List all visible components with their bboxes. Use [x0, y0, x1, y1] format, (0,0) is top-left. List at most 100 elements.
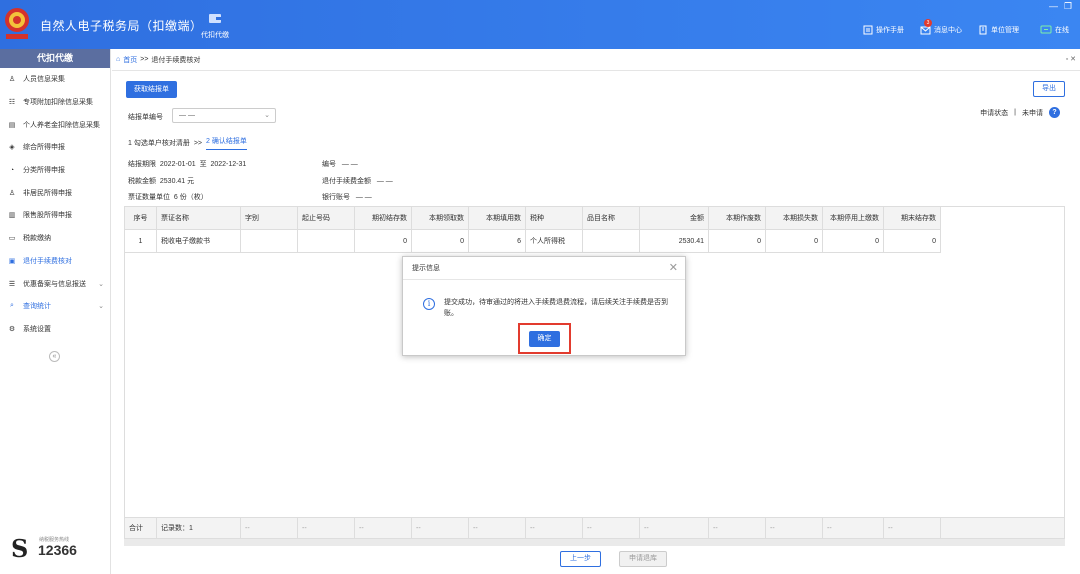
prev-step-button[interactable]: 上一步: [560, 551, 601, 567]
report-number-select[interactable]: — — ⌄: [172, 108, 276, 123]
sidebar-header: 代扣代缴: [0, 49, 110, 68]
highlight-frame: 确定: [518, 323, 571, 354]
sidebar-item-label: 个人养老金扣除信息采集: [23, 121, 100, 129]
column-header: 票证名称: [157, 207, 241, 229]
pie-icon: ◔: [9, 166, 15, 174]
sidebar-item-label: 优惠备案与信息报送: [23, 280, 86, 288]
minimize-icon[interactable]: —: [1049, 1, 1058, 11]
horizontal-scrollbar[interactable]: [124, 539, 1065, 546]
tax-amount-label: 税款金额: [128, 178, 156, 185]
table-row[interactable]: 1 税收电子缴款书 0 0 6 个人所得税 2530.41 0 0 0 0: [125, 230, 941, 253]
list-check-icon: ☰: [8, 280, 16, 288]
sidebar-item-label: 限售股所得申报: [23, 212, 72, 220]
wallet-icon: [209, 14, 221, 23]
query-icon: ⌕: [10, 302, 14, 310]
sidebar-item[interactable]: ▭ 税款缴纳: [0, 227, 110, 250]
sidebar-item-label: 系统设置: [23, 325, 51, 333]
sidebar-item-label: 查询统计: [23, 303, 51, 311]
sidebar-item-label: 分类所得申报: [23, 167, 65, 175]
sidebar-item-label: 非居民所得申报: [23, 189, 72, 197]
home-icon[interactable]: ⌂: [116, 56, 120, 63]
table-cell: 0: [766, 230, 823, 252]
sidebar-item-label: 综合所得申报: [23, 144, 65, 152]
sidebar-list: ♙ 人员信息采集 ☷ 专项附加扣除信息采集 ▤ 个人养老金扣除信息采集 ◈ 综合所得申报 ◔ 分类…: [0, 68, 110, 340]
sidebar-item[interactable]: ☰ 优惠备案与信息报送 ⌄: [0, 272, 110, 295]
hotline-logo: S 纳税服务热线 12366: [11, 534, 101, 564]
bottom-buttons: 上一步 申请退库: [560, 551, 667, 567]
column-header: 期末结存数: [884, 207, 941, 229]
footer-cell: --: [355, 518, 412, 538]
online-label: 在线: [1055, 27, 1069, 34]
breadcrumb-current: 退付手续费核对: [151, 56, 201, 64]
unit-manage-label: 单位管理: [991, 27, 1019, 34]
gear-icon: ⚙: [8, 325, 16, 333]
column-header: 本期停用上缴数: [823, 207, 884, 229]
step-1[interactable]: 1 勾选单户核对清册: [128, 138, 190, 148]
footer-cell: --: [241, 518, 298, 538]
period-to: 至: [199, 161, 207, 168]
footer-cell: --: [709, 518, 766, 538]
footer-cell: --: [412, 518, 469, 538]
message-center-button[interactable]: 3 消息中心: [920, 19, 962, 35]
close-icon[interactable]: ✕: [669, 261, 678, 274]
sidebar-item[interactable]: ♙ 非居民所得申报: [0, 181, 110, 204]
table-header: 序号 票证名称 字别 起止号码 期初结存数 本期领取数 本期填用数 税种 品目名称 金额 本期作废数…: [125, 207, 941, 230]
sidebar-item[interactable]: ▤ 个人养老金扣除信息采集: [0, 113, 110, 136]
unit-manage-button[interactable]: 单位管理: [978, 25, 1019, 35]
message-label: 消息中心: [934, 27, 962, 34]
tax-amount-info: 税款金额 2530.41 元: [128, 176, 194, 186]
sidebar-item-label: 退付手续费核对: [23, 257, 72, 265]
sidebar-item[interactable]: ▥ 限售股所得申报: [0, 204, 110, 227]
sidebar-item[interactable]: ▣ 退付手续费核对: [0, 250, 110, 273]
column-header: 本期作废数: [709, 207, 766, 229]
manual-label: 操作手册: [876, 27, 904, 34]
tax-emblem-logo: [5, 8, 29, 39]
restore-icon[interactable]: ❐: [1064, 1, 1072, 12]
get-report-button[interactable]: 获取结报单: [126, 81, 177, 98]
refund-label: 退付手续费金额: [322, 178, 371, 185]
period-start: 2022-01-01: [159, 161, 196, 168]
help-icon[interactable]: ?: [1049, 107, 1060, 118]
table-cell: 0: [709, 230, 766, 252]
sidebar-item[interactable]: ⚙ 系统设置: [0, 318, 110, 341]
sidebar-item[interactable]: ◔ 分类所得申报: [0, 159, 110, 182]
list-icon: ☷: [8, 99, 16, 107]
sidebar-item-label: 人员信息采集: [23, 76, 65, 84]
table-cell: 0: [884, 230, 941, 252]
export-button[interactable]: 导出: [1033, 81, 1065, 97]
apply-status-separator: |: [1014, 109, 1016, 116]
number-value: — —: [341, 161, 358, 168]
column-header: 税种: [526, 207, 583, 229]
column-header: 期初结存数: [355, 207, 412, 229]
column-header: 金额: [640, 207, 709, 229]
dialog-message: 提交成功，待审通过的将进入手续费退费流程，请后续关注手续费是否到账。: [444, 299, 668, 317]
step-nav: 1 勾选单户核对清册 >> 2 确认结报单: [128, 136, 247, 150]
dialog-title: 提示信息: [403, 257, 685, 280]
sidebar-item[interactable]: ☷ 专项附加扣除信息采集: [0, 91, 110, 114]
nav-tab-withholding[interactable]: 代扣代缴: [197, 12, 233, 40]
step-2[interactable]: 2 确认结报单: [206, 136, 247, 150]
hotline-number: 12366: [38, 542, 77, 558]
ok-button[interactable]: 确定: [529, 331, 560, 347]
sidebar-item[interactable]: ◈ 综合所得申报: [0, 136, 110, 159]
tax-amount-value: 2530.41 元: [159, 178, 195, 185]
table-cell: [583, 230, 640, 252]
collapse-sidebar-icon[interactable]: «: [49, 351, 60, 362]
period-label: 结报期限: [128, 161, 156, 168]
manual-button[interactable]: 操作手册: [863, 25, 904, 35]
sidebar-item[interactable]: ⌕ 查询统计 ⌄: [0, 295, 110, 318]
online-button[interactable]: 在线: [1040, 25, 1069, 35]
apply-refund-button[interactable]: 申请退库: [619, 551, 667, 567]
column-header: 起止号码: [298, 207, 355, 229]
table-cell: 0: [823, 230, 884, 252]
number-info: 编号 — —: [322, 159, 358, 169]
sidebar-item[interactable]: ♙ 人员信息采集: [0, 68, 110, 91]
info-icon: i: [423, 298, 435, 310]
table-cell: 0: [355, 230, 412, 252]
close-tab-icon[interactable]: ▫ ✕: [1066, 55, 1076, 63]
footer-cell: --: [583, 518, 640, 538]
title-bar: 自然人电子税务局（扣缴端） 代扣代缴 操作手册 3 消息中心 单位管理 在线 —…: [0, 0, 1080, 49]
column-header: 本期领取数: [412, 207, 469, 229]
breadcrumb-home[interactable]: 首页: [123, 55, 137, 65]
bank-info: 银行账号 — —: [322, 192, 372, 202]
